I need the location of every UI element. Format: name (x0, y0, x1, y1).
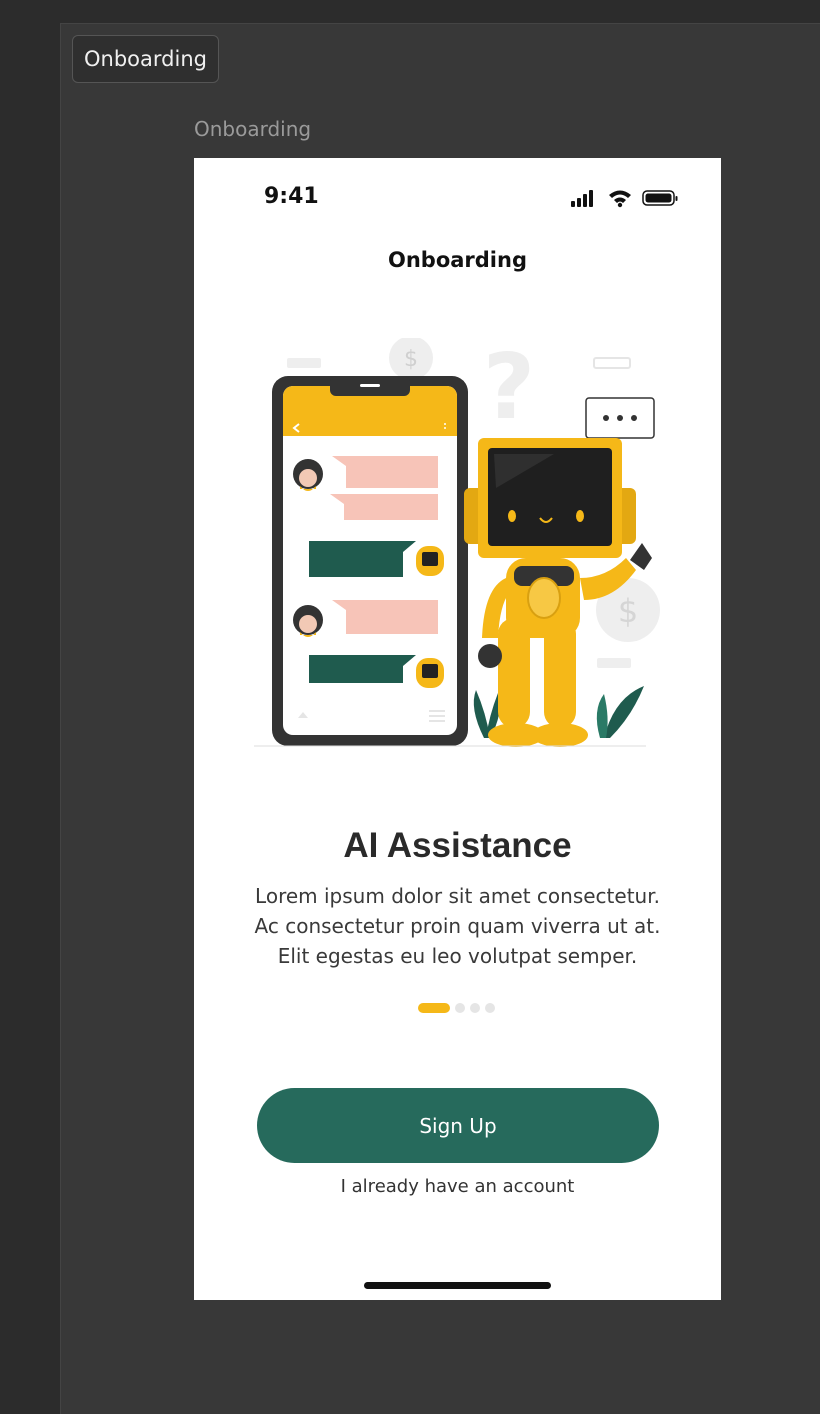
page-dot-1-active[interactable] (418, 1003, 450, 1013)
description-line-3: Elit egestas eu leo volutpat semper. (277, 944, 638, 968)
description-line-1: Lorem ipsum dolor sit amet consectetur. (255, 884, 660, 908)
svg-text:?: ? (483, 338, 535, 440)
home-indicator (364, 1282, 551, 1289)
page-dot-2[interactable] (455, 1003, 465, 1013)
signal-icon (571, 190, 593, 207)
wifi-icon (609, 190, 631, 208)
existing-account-link[interactable]: I already have an account (194, 1176, 721, 1197)
phone-screen: 9:41 Onboarding $ ? $ AI Assistance Lore… (194, 158, 721, 1300)
svg-text:$: $ (618, 592, 638, 630)
ai-assistant-illustration: $ ? $ (254, 338, 660, 747)
page-dot-3[interactable] (470, 1003, 480, 1013)
battery-icon (642, 190, 678, 206)
svg-text:$: $ (404, 347, 418, 372)
status-icons (571, 190, 678, 208)
onboarding-headline: AI Assistance (343, 826, 572, 865)
frame-tab[interactable]: Onboarding (72, 35, 219, 83)
description-line-2: Ac consectetur proin quam viverra ut at. (254, 914, 661, 938)
frame-label: Onboarding (194, 117, 312, 141)
nav-title: Onboarding (387, 248, 527, 272)
onboarding-description: Lorem ipsum dolor sit amet consectetur. … (224, 881, 691, 971)
page-dot-4[interactable] (485, 1003, 495, 1013)
sign-up-button[interactable]: Sign Up (257, 1088, 659, 1163)
status-time: 9:41 (264, 184, 319, 209)
